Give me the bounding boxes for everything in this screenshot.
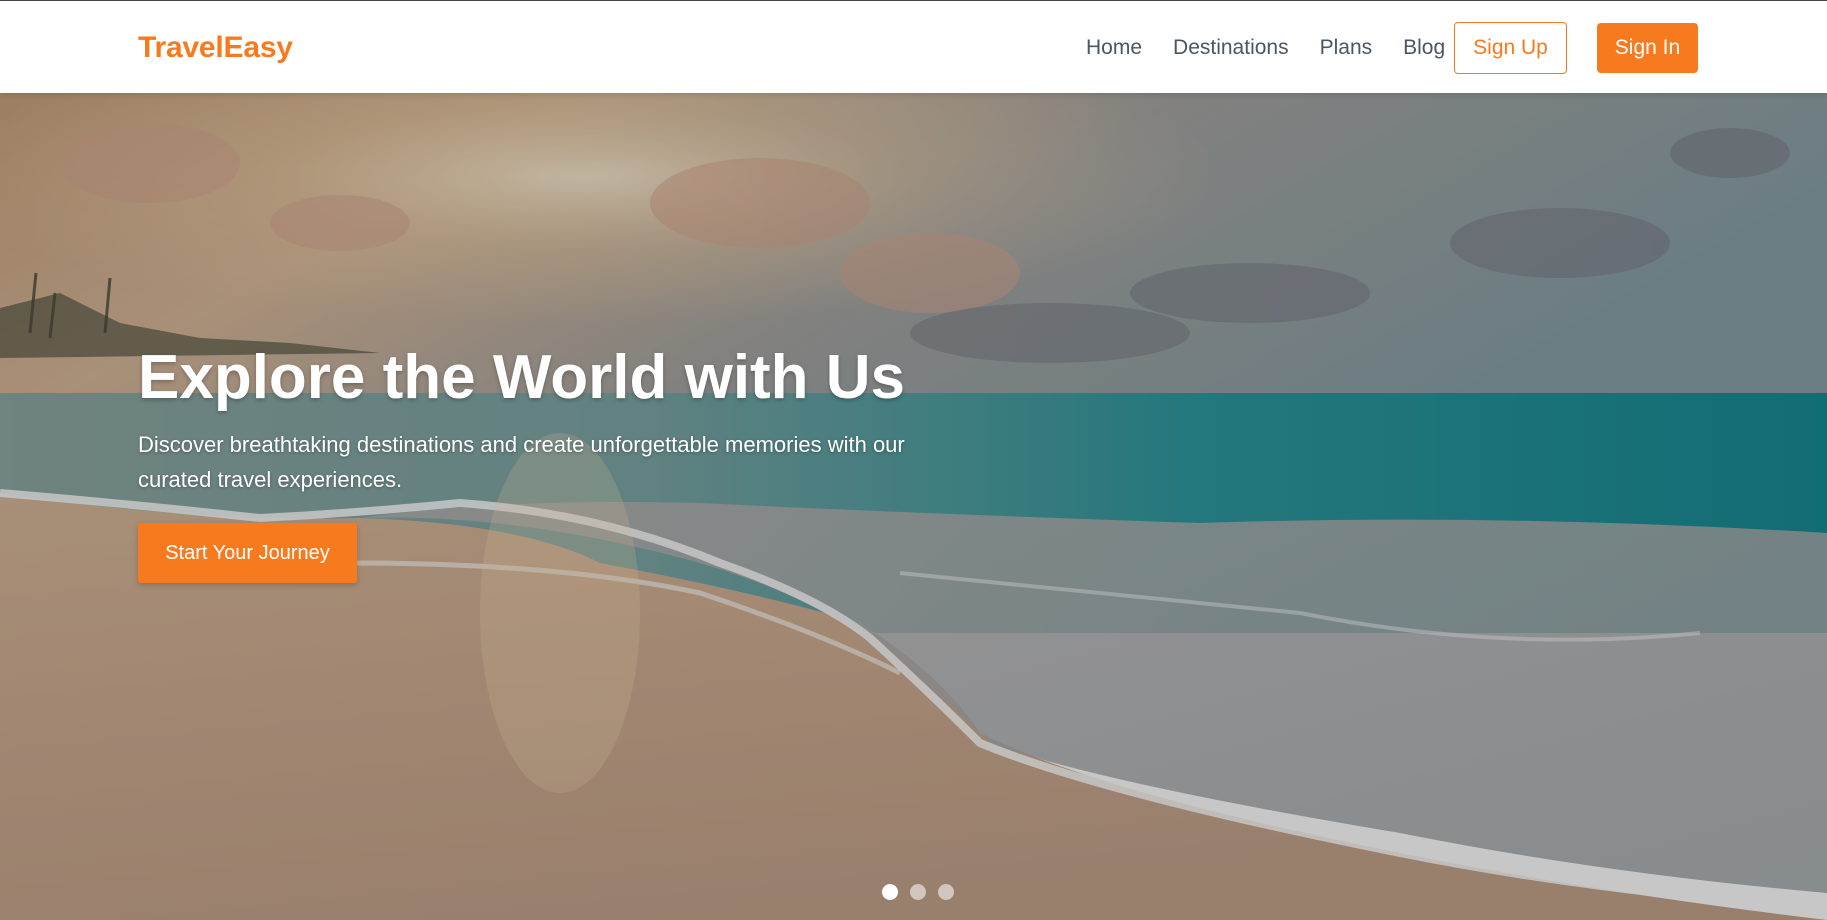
hero-title: Explore the World with Us: [138, 343, 906, 412]
hero-subtitle: Discover breathtaking destinations and c…: [138, 432, 905, 492]
navbar: TravelEasy Home Destinations Plans Blog …: [0, 0, 1827, 93]
nav-link-plans[interactable]: Plans: [1320, 36, 1373, 60]
hero-overlay: [0, 93, 1827, 920]
nav-link-destinations[interactable]: Destinations: [1173, 36, 1289, 60]
nav-link-blog[interactable]: Blog: [1403, 36, 1445, 60]
carousel-dot-1[interactable]: [882, 884, 898, 900]
nav-link-home[interactable]: Home: [1086, 36, 1142, 60]
carousel-indicators: [882, 884, 966, 900]
sign-up-button[interactable]: Sign Up: [1454, 22, 1567, 74]
hero-section: Explore the World with Us Discover breat…: [0, 93, 1827, 920]
sign-in-button[interactable]: Sign In: [1597, 23, 1698, 73]
carousel-dot-2[interactable]: [910, 884, 926, 900]
carousel-dot-3[interactable]: [938, 884, 954, 900]
nav-links: Home Destinations Plans Blog: [1086, 36, 1476, 60]
start-journey-button[interactable]: Start Your Journey: [138, 523, 357, 583]
brand-logo[interactable]: TravelEasy: [138, 31, 293, 65]
